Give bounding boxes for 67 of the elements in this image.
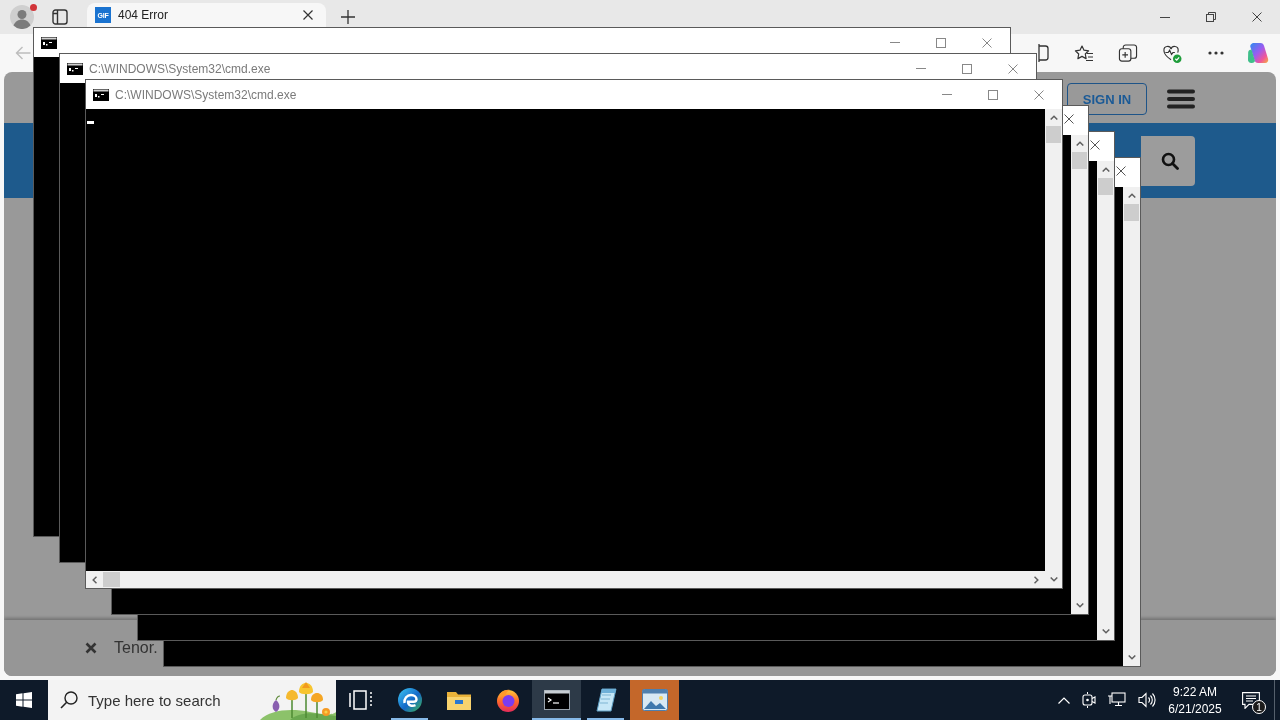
minimize-icon (890, 42, 900, 43)
search-icon (1161, 151, 1179, 170)
collections-icon (1118, 43, 1138, 63)
flame-globe-icon (495, 688, 520, 712)
maximize-icon (936, 37, 946, 48)
restore-icon (1206, 12, 1216, 22)
maximize-icon (988, 89, 998, 100)
console-icon (543, 689, 570, 711)
start-icon (16, 692, 32, 708)
vertical-scrollbar[interactable] (1071, 135, 1088, 614)
minimize-icon (916, 68, 926, 69)
scrollbar-thumb[interactable] (1072, 152, 1087, 169)
chevron-down-icon[interactable] (1075, 603, 1084, 608)
close-icon (982, 37, 992, 48)
notification-badge: 1 (1252, 700, 1266, 714)
search-field[interactable]: Type here to search (88, 691, 228, 709)
wave-logo-icon (397, 688, 422, 712)
minimize-icon (1160, 16, 1170, 18)
picture-window-icon (641, 689, 668, 711)
maximize-icon (962, 63, 972, 74)
console-icon (41, 36, 57, 49)
close-icon (303, 10, 313, 20)
taskbar-app-button[interactable] (532, 680, 581, 720)
close-icon (1252, 12, 1262, 22)
split-screen-icon (1037, 44, 1049, 62)
window-title: C:\WINDOWS\System32\cmd.exe (115, 87, 297, 102)
back-arrow-icon (14, 46, 31, 60)
vertical-scrollbar[interactable] (1123, 187, 1140, 666)
minimize-icon (942, 94, 952, 95)
star-list-icon (1074, 43, 1094, 63)
panel-layout-icon[interactable] (52, 9, 68, 25)
volume-icon[interactable] (1138, 692, 1156, 708)
more-icon (1208, 51, 1224, 55)
scrollbar-thumb[interactable] (1124, 204, 1139, 221)
clock-date[interactable]: 6/21/2025 (1168, 701, 1222, 716)
horizontal-scrollbar[interactable] (86, 571, 1045, 588)
text-cursor-icon (87, 121, 94, 124)
notification-icon[interactable] (1242, 691, 1260, 709)
vertical-scrollbar[interactable] (1045, 109, 1062, 588)
close-icon (1034, 89, 1044, 100)
menu-icon[interactable] (1167, 89, 1195, 109)
camera-icon[interactable] (1082, 692, 1096, 708)
scrollbar-thumb[interactable] (1046, 126, 1061, 143)
console-icon (93, 88, 109, 101)
scrollbar-thumb[interactable] (103, 572, 120, 587)
notepad-icon (593, 688, 618, 712)
clock-time[interactable]: 9:22 AM (1173, 684, 1217, 699)
gradient-swirl-icon (1247, 42, 1269, 64)
console-icon (67, 62, 83, 75)
close-icon (1008, 63, 1018, 74)
scrollbar-thumb[interactable] (1098, 178, 1113, 195)
chevron-down-icon[interactable] (1127, 655, 1136, 660)
chevron-down-icon[interactable] (1101, 629, 1110, 634)
vertical-scrollbar[interactable] (1097, 161, 1114, 640)
network-icon[interactable] (1108, 692, 1126, 708)
heart-pulse-icon (1162, 43, 1182, 63)
chevron-down-icon[interactable] (1049, 577, 1058, 582)
plus-icon (341, 10, 355, 24)
search-field[interactable] (1141, 135, 1195, 186)
notice-text: Tenor. (114, 639, 158, 657)
chevron-right-icon[interactable] (1034, 575, 1039, 584)
window-title: C:\WINDOWS\System32\cmd.exe (89, 61, 271, 76)
task-view-icon (348, 688, 373, 712)
search-icon (60, 691, 78, 709)
chevron-left-icon[interactable] (92, 575, 97, 584)
close-icon[interactable] (85, 642, 97, 654)
avatar-icon[interactable] (10, 5, 34, 29)
